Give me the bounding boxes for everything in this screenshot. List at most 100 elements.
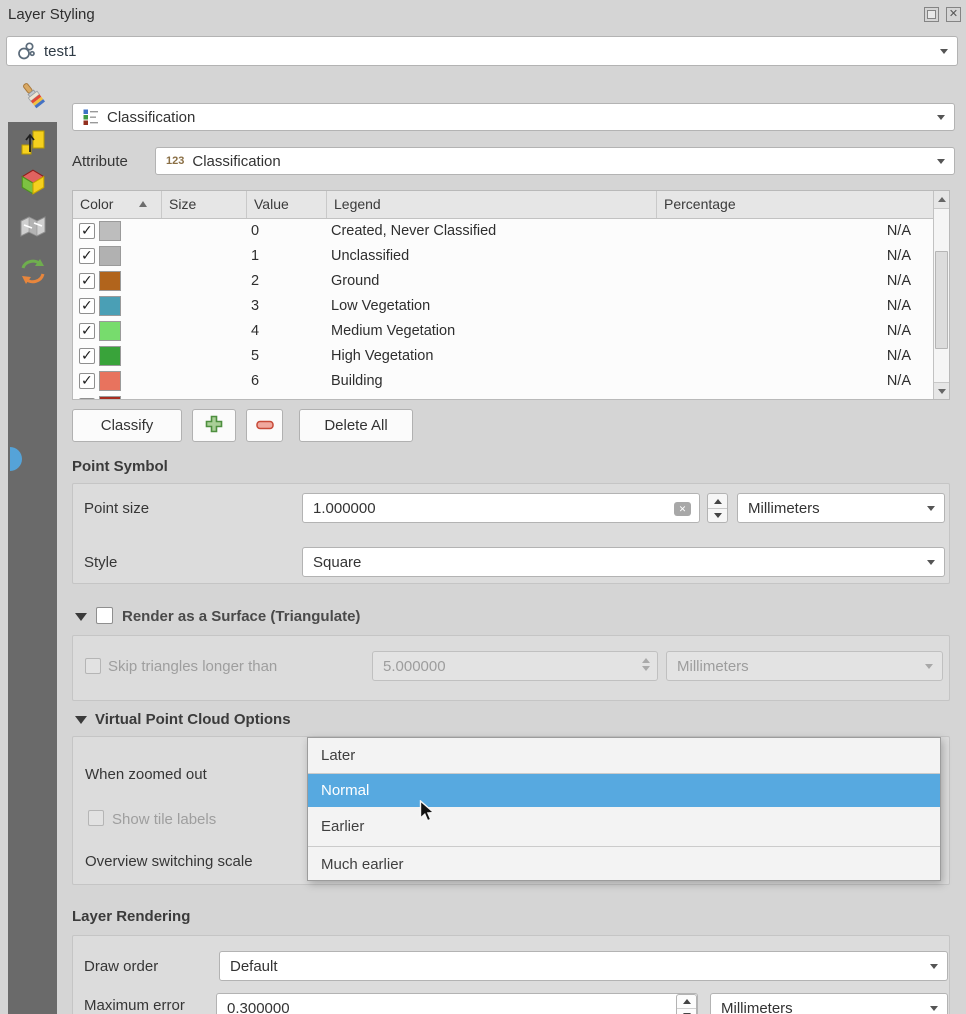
collapse-triangle-icon[interactable]	[75, 613, 87, 621]
spin-up-icon[interactable]	[708, 494, 727, 509]
scroll-up-button[interactable]	[934, 191, 949, 209]
option-later[interactable]: Later	[308, 738, 940, 773]
spin-down-icon[interactable]	[708, 509, 727, 522]
cube-3d-icon	[19, 183, 47, 200]
clear-value-icon[interactable]: ✕	[674, 502, 691, 516]
vpc-heading: Virtual Point Cloud Options	[95, 711, 291, 728]
color-swatch[interactable]	[99, 221, 121, 241]
float-panel-icon[interactable]	[924, 7, 939, 22]
layer-styling-panel: Layer Styling ✕ test1	[0, 0, 966, 1014]
row-checkbox[interactable]: ✓	[79, 298, 95, 314]
style-combo[interactable]: Square	[302, 547, 945, 577]
spin-up-icon[interactable]	[677, 995, 696, 1009]
add-class-button[interactable]	[192, 409, 236, 442]
color-swatch[interactable]	[99, 321, 121, 341]
column-header-color[interactable]: Color	[73, 191, 162, 218]
table-header: Color Size Value Legend Percentage	[73, 191, 933, 219]
point-symbol-heading: Point Symbol	[72, 458, 168, 475]
table-row[interactable]: ✓ 5 High Vegetation N/A	[73, 344, 933, 369]
row-checkbox[interactable]: ✓	[79, 348, 95, 364]
tab-elevation[interactable]	[19, 128, 47, 163]
point-size-unit-combo[interactable]: Millimeters	[737, 493, 945, 523]
table-row[interactable]: ✓ 4 Medium Vegetation N/A	[73, 319, 933, 344]
layer-selector-value: test1	[44, 43, 77, 60]
undo-redo-arrows-icon	[19, 275, 47, 292]
table-row-clipped[interactable]: ✓ 7 Low Point (Noise) N/A	[73, 394, 933, 400]
skip-triangles-label: Skip triangles longer than	[108, 658, 277, 675]
paintbrush-icon	[19, 81, 47, 114]
renderer-type-combo[interactable]: Classification	[72, 103, 955, 131]
minus-icon	[256, 417, 274, 434]
surface-checkbox[interactable]	[96, 607, 113, 624]
column-header-legend[interactable]: Legend	[327, 191, 657, 218]
scrollbar-thumb[interactable]	[935, 251, 948, 349]
row-checkbox[interactable]: ✓	[79, 248, 95, 264]
styling-tab-bar	[8, 72, 57, 1014]
mouse-cursor-icon	[419, 800, 436, 830]
color-swatch[interactable]	[99, 396, 121, 400]
table-row[interactable]: ✓ 1 Unclassified N/A	[73, 244, 933, 269]
max-error-spinner[interactable]	[676, 994, 697, 1014]
scroll-down-button[interactable]	[934, 382, 949, 400]
tab-history[interactable]	[19, 256, 47, 293]
attribute-value: Classification	[192, 153, 280, 170]
chevron-down-icon	[937, 159, 945, 164]
integer-field-icon: 123	[166, 155, 184, 167]
max-error-input[interactable]: 0.300000	[216, 993, 698, 1014]
spin-down-icon[interactable]	[677, 1009, 696, 1014]
plus-icon	[205, 415, 223, 437]
sort-asc-icon	[139, 201, 147, 207]
delete-all-button[interactable]: Delete All	[299, 409, 413, 442]
point-size-spinner[interactable]	[707, 493, 728, 523]
style-label: Style	[84, 554, 117, 571]
point-size-input[interactable]: 1.000000 ✕	[302, 493, 700, 523]
tab-labels-map[interactable]	[20, 216, 46, 243]
spinner-disabled	[642, 658, 650, 671]
row-checkbox[interactable]: ✓	[79, 323, 95, 339]
chevron-down-icon	[930, 964, 938, 969]
color-swatch[interactable]	[99, 371, 121, 391]
classified-renderer-icon	[83, 109, 99, 125]
remove-class-button[interactable]	[246, 409, 283, 442]
layer-selector[interactable]: test1	[6, 36, 958, 66]
table-body: ✓ 0 Created, Never Classified N/A ✓ 1 Un…	[73, 219, 933, 400]
option-normal[interactable]: Normal	[308, 774, 940, 807]
chevron-down-icon	[940, 49, 948, 54]
chevron-down-icon	[925, 664, 933, 669]
row-checkbox[interactable]: ✓	[79, 273, 95, 289]
column-header-size[interactable]: Size	[162, 191, 247, 218]
show-tile-labels-checkbox[interactable]	[88, 810, 104, 826]
tab-symbology[interactable]	[8, 72, 57, 122]
renderer-type-value: Classification	[107, 109, 195, 126]
skip-length-input[interactable]: 5.000000	[372, 651, 658, 681]
collapse-triangle-icon[interactable]	[75, 716, 87, 724]
color-swatch[interactable]	[99, 346, 121, 366]
table-row[interactable]: ✓ 3 Low Vegetation N/A	[73, 294, 933, 319]
table-scrollbar[interactable]	[933, 191, 949, 399]
tab-3d-view[interactable]	[19, 168, 47, 201]
classify-button[interactable]: Classify	[72, 409, 182, 442]
skip-triangles-checkbox[interactable]	[85, 658, 101, 674]
color-swatch[interactable]	[99, 296, 121, 316]
color-swatch[interactable]	[99, 271, 121, 291]
row-checkbox[interactable]: ✓	[79, 398, 95, 400]
max-error-unit-combo[interactable]: Millimeters	[710, 993, 948, 1014]
row-checkbox[interactable]: ✓	[79, 223, 95, 239]
chevron-down-icon	[930, 1006, 938, 1011]
layer-rendering-heading: Layer Rendering	[72, 908, 190, 925]
skip-length-unit-combo[interactable]: Millimeters	[666, 651, 943, 681]
color-swatch[interactable]	[99, 246, 121, 266]
close-panel-icon[interactable]: ✕	[946, 7, 961, 22]
classification-table: Color Size Value Legend Percentage ✓ 0 C…	[72, 190, 950, 400]
attribute-combo[interactable]: 123 Classification	[155, 147, 955, 175]
column-header-percentage[interactable]: Percentage	[657, 191, 935, 218]
row-checkbox[interactable]: ✓	[79, 373, 95, 389]
table-row[interactable]: ✓ 2 Ground N/A	[73, 269, 933, 294]
surface-heading: Render as a Surface (Triangulate)	[122, 608, 360, 625]
option-much-earlier[interactable]: Much earlier	[308, 847, 940, 881]
table-row[interactable]: ✓ 6 Building N/A	[73, 369, 933, 394]
column-header-value[interactable]: Value	[247, 191, 327, 218]
option-earlier[interactable]: Earlier	[308, 807, 940, 846]
draw-order-combo[interactable]: Default	[219, 951, 948, 981]
table-row[interactable]: ✓ 0 Created, Never Classified N/A	[73, 219, 933, 244]
